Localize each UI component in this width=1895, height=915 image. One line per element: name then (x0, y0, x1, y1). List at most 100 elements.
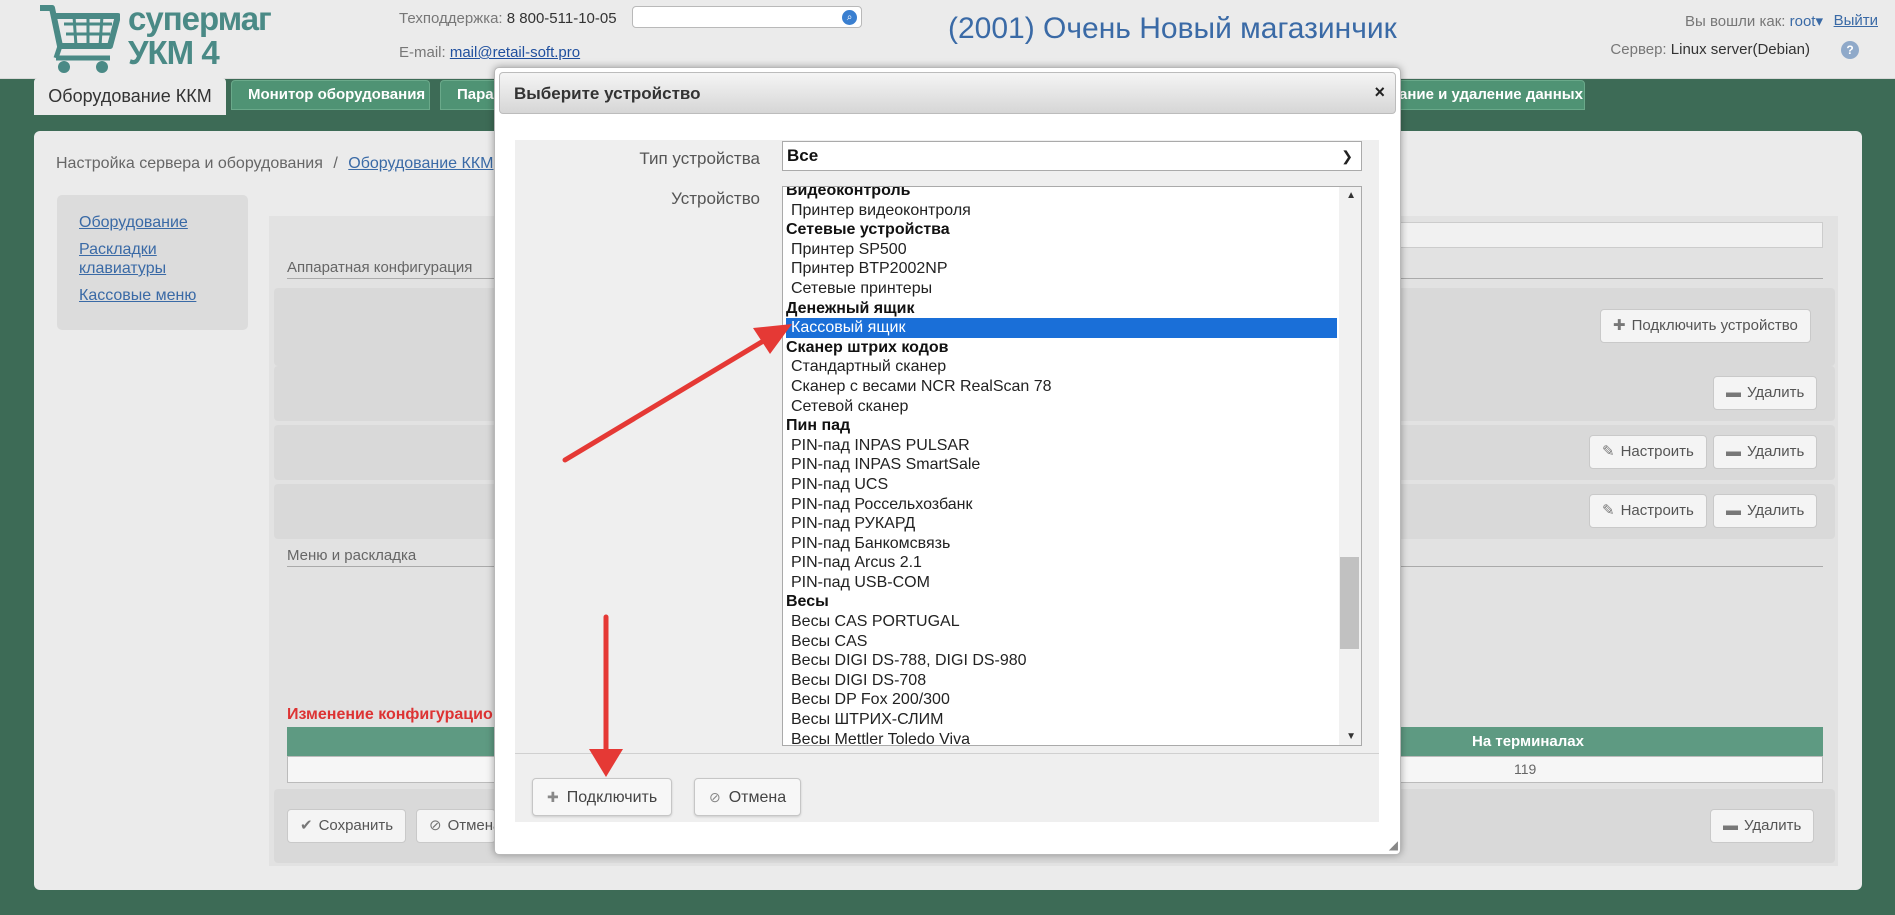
close-icon[interactable]: × (1374, 82, 1385, 103)
minus-icon: ▬ (1723, 817, 1738, 834)
device-option[interactable]: Весы CAS PORTUGAL (783, 612, 1337, 632)
delete-button[interactable]: ▬ Удалить (1710, 809, 1815, 843)
chevron-down-icon: ❯ (1341, 148, 1353, 164)
dialog-title: Выберите устройство (514, 84, 701, 103)
logout-link[interactable]: Выйти (1834, 12, 1878, 29)
divider (515, 753, 1379, 754)
user-name: root (1789, 13, 1816, 30)
breadcrumb: Настройка сервера и оборудования / Обору… (56, 155, 493, 173)
breadcrumb-separator: / (333, 155, 338, 172)
plus-icon: ✚ (547, 789, 559, 805)
cancel-icon: ⊘ (709, 789, 721, 805)
device-option[interactable]: PIN-пад INPAS PULSAR (783, 436, 1337, 456)
help-icon[interactable]: ? (1841, 41, 1859, 59)
device-option[interactable]: Сканер с весами NCR RealScan 78 (783, 377, 1337, 397)
device-option[interactable]: Весы DP Fox 200/300 (783, 690, 1337, 710)
search-icon[interactable]: ⌕ (842, 10, 857, 25)
scroll-up-icon[interactable]: ▲ (1346, 190, 1356, 201)
device-type-label: Тип устройства (639, 149, 760, 168)
connect-button[interactable]: ✚ Подключить (532, 778, 673, 816)
configure-button[interactable]: ✎ Настроить (1589, 435, 1707, 469)
sidebar: Оборудование Раскладки клавиатуры Кассов… (57, 195, 248, 330)
resize-handle-icon[interactable]: ◢ (1389, 838, 1398, 852)
cancel-button[interactable]: ⊘ Отмена (416, 809, 496, 843)
logo[interactable]: супермаг УКМ 4 (38, 0, 272, 74)
configure-label: Настроить (1620, 502, 1694, 519)
device-option[interactable]: PIN-пад Россельхозбанк (783, 495, 1337, 515)
connect-label: Подключить (566, 789, 658, 806)
server-label: Сервер: (1610, 41, 1667, 58)
minus-icon: ▬ (1726, 502, 1741, 519)
device-option[interactable]: Весы Mettler Toledo Viva (783, 730, 1337, 745)
terminals-column-header: На терминалах (1472, 733, 1584, 750)
delete-label: Удалить (1747, 502, 1805, 519)
delete-label: Удалить (1747, 443, 1805, 460)
dialog-titlebar[interactable]: Выберите устройство × (499, 72, 1396, 114)
device-option[interactable]: PIN-пад РУКАРД (783, 514, 1337, 534)
device-list: Видеоконтроль Принтер видеоконтроля Сетевы… (783, 186, 1337, 745)
cancel-label: Отмена (447, 817, 495, 834)
device-option-selected[interactable]: Кассовый ящик (786, 318, 1337, 338)
device-group-header: Денежный ящик (786, 299, 915, 317)
sidebar-item-keyboard-layouts[interactable]: Раскладки клавиатуры (79, 240, 199, 278)
tab-data-removal[interactable]: ание и удаление данных (1398, 80, 1585, 110)
device-type-value: Все (787, 146, 819, 165)
device-option[interactable]: Сетевой сканер (783, 397, 1337, 417)
save-label: Сохранить (318, 817, 394, 834)
delete-button[interactable]: ▬ Удалить (1713, 376, 1818, 410)
filter-field[interactable] (1400, 222, 1823, 248)
configure-button[interactable]: ✎ Настроить (1589, 494, 1707, 528)
device-listbox[interactable]: Видеоконтроль Принтер видеоконтроля Сетевы… (782, 186, 1362, 746)
connect-device-button[interactable]: ✚ Подключить устройство (1600, 309, 1811, 343)
scroll-down-icon[interactable]: ▼ (1346, 731, 1356, 742)
sidebar-item-equipment[interactable]: Оборудование (79, 213, 248, 232)
email-link[interactable]: mail@retail-soft.pro (450, 44, 580, 61)
minus-icon: ▬ (1726, 384, 1741, 401)
breadcrumb-current[interactable]: Оборудование ККМ (348, 155, 493, 172)
logo-text: супермаг (128, 0, 272, 37)
connect-device-label: Подключить устройство (1631, 317, 1798, 334)
tab-equipment-monitor[interactable]: Монитор оборудования (231, 80, 430, 110)
tab-params[interactable]: Парам (440, 80, 500, 110)
device-option[interactable]: PIN-пад Банкомсвязь (783, 534, 1337, 554)
delete-button[interactable]: ▬ Удалить (1713, 494, 1818, 528)
device-group-header: Сканер штрих кодов (786, 338, 949, 356)
device-group-header: Видеоконтроль (786, 186, 911, 199)
search-input[interactable]: ⌕ (632, 6, 862, 28)
delete-label: Удалить (1744, 817, 1802, 834)
terminals-value: 119 (1514, 761, 1537, 777)
breadcrumb-root[interactable]: Настройка сервера и оборудования (56, 155, 323, 172)
scrollbar-thumb[interactable] (1340, 557, 1359, 649)
delete-label: Удалить (1747, 384, 1805, 401)
device-option[interactable]: Весы ШТРИХ-СЛИМ (783, 710, 1337, 730)
server-value: Linux server(Debian) (1670, 41, 1810, 58)
device-option[interactable]: PIN-пад USB-COM (783, 573, 1337, 593)
user-menu[interactable]: root▾ (1790, 13, 1823, 30)
device-type-select[interactable]: Все ❯ (782, 141, 1362, 171)
dialog-cancel-button[interactable]: ⊘ Отмена (694, 778, 802, 816)
tab-kkm-equipment[interactable]: Оборудование ККМ (34, 78, 226, 115)
config-warning: Изменение конфигурацио (287, 706, 493, 723)
scrollbar[interactable]: ▲ ▼ (1339, 187, 1361, 745)
select-device-dialog: Выберите устройство × Тип устройства Все… (494, 67, 1401, 855)
device-option[interactable]: Весы CAS (783, 632, 1337, 652)
shop-title: (2001) Очень Новый магазинчик (948, 12, 1397, 45)
delete-button[interactable]: ▬ Удалить (1713, 435, 1818, 469)
device-option[interactable]: Принтер SP500 (783, 240, 1337, 260)
minus-icon: ▬ (1726, 443, 1741, 460)
device-option[interactable]: Принтер BTP2002NP (783, 259, 1337, 279)
configure-label: Настроить (1620, 443, 1694, 460)
device-option[interactable]: Сетевые принтеры (783, 279, 1337, 299)
check-icon: ✔ (300, 817, 313, 834)
device-option[interactable]: Принтер видеоконтроля (783, 201, 1337, 221)
device-option[interactable]: PIN-пад INPAS SmartSale (783, 455, 1337, 475)
device-option[interactable]: Весы DIGI DS-708 (783, 671, 1337, 691)
device-option[interactable]: Стандартный сканер (783, 357, 1337, 377)
device-option[interactable]: Весы DIGI DS-788, DIGI DS-980 (783, 651, 1337, 671)
save-button[interactable]: ✔ Сохранить (287, 809, 407, 843)
sidebar-item-cash-menus[interactable]: Кассовые меню (79, 286, 248, 305)
pencil-icon: ✎ (1602, 502, 1615, 519)
support-label: Техподдержка: (399, 10, 503, 27)
device-option[interactable]: PIN-пад Arcus 2.1 (783, 553, 1337, 573)
device-option[interactable]: PIN-пад UCS (783, 475, 1337, 495)
